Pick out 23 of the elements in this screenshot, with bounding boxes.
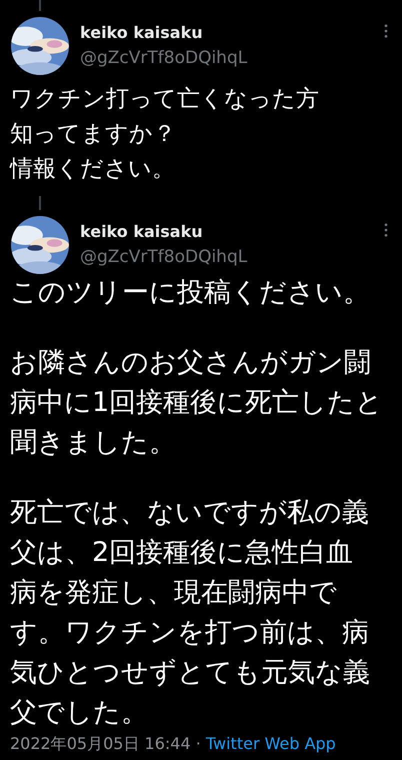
tweet-text-line: 父は、2回接種後に急性白血	[10, 536, 354, 570]
tweet-text-line: 知ってますか？	[10, 120, 176, 149]
tweet-text-line: ワクチン打って亡くなった方	[10, 85, 319, 114]
tweet-text-line: 死亡では、ないですが私の義	[10, 496, 369, 530]
more-icon[interactable]	[384, 223, 388, 237]
tweet-timestamp: 2022年05月05日 16:44 ·	[10, 734, 202, 753]
tweet-text-line: 聞きました。	[10, 426, 176, 460]
user-handle[interactable]: @gZcVrTf8oDQihqL	[80, 246, 384, 266]
tweet-text-line: 病を発症し、現在闘病中で	[10, 576, 337, 610]
thread-line	[39, 0, 41, 11]
tweet-text-line: 父でした。	[10, 696, 148, 730]
tweet-text-line: このツリーに投稿ください。	[10, 276, 370, 310]
thread-line	[39, 196, 41, 210]
tweet-text-line: 気ひとつせずとても元気な義	[10, 656, 370, 690]
user-handle[interactable]: @gZcVrTf8oDQihqL	[80, 48, 384, 68]
tweet-text-line: す。ワクチンを打つ前は、病	[10, 616, 369, 650]
tweet-text-line: 情報ください。	[10, 155, 175, 184]
user-name[interactable]: keiko kaisaku	[80, 22, 384, 42]
tweet-text-line: お隣さんのお父さんがガン闘	[10, 346, 371, 380]
more-icon[interactable]	[384, 24, 388, 38]
user-name[interactable]: keiko kaisaku	[80, 222, 384, 240]
tweet-text-line: 病中に1回接種後に死亡したと	[10, 386, 384, 420]
source-link[interactable]: Twitter Web App	[206, 734, 336, 753]
